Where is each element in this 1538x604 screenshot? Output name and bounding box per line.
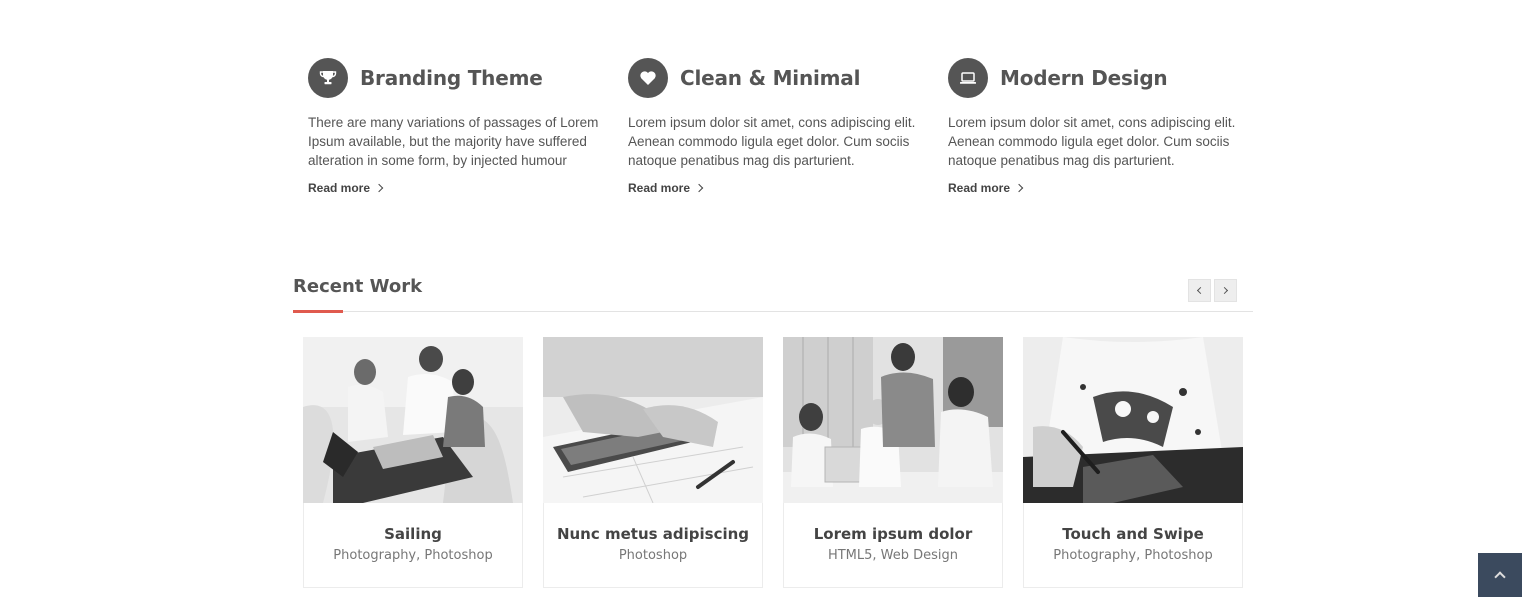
portfolio-card[interactable]: Sailing Photography, Photoshop [303,337,523,588]
back-to-top-button[interactable] [1478,553,1522,597]
chevron-right-icon [1220,286,1229,295]
office-team-photo [783,337,1003,503]
feature-header: Clean & Minimal [628,57,928,99]
card-title: Lorem ipsum dolor [813,525,973,543]
card-tags: Photoshop [618,548,688,563]
card-tags: Photography, Photoshop [1053,548,1213,563]
card-tags: HTML5, Web Design [827,548,959,563]
read-more-link[interactable]: Read more [948,181,1024,195]
laptop-icon [948,58,988,98]
feature-modern-design: Modern Design Lorem ipsum dolor sit amet… [948,57,1248,197]
heart-icon [628,58,668,98]
recent-work-header: Recent Work [293,272,1253,313]
carousel-next-button[interactable] [1214,279,1237,302]
feature-description: Lorem ipsum dolor sit amet, cons adipisc… [948,115,1236,168]
portfolio-card[interactable]: Nunc metus adipiscing Photoshop [543,337,763,588]
read-more-label: Read more [308,181,371,195]
chevron-left-icon [1196,286,1205,295]
feature-title: Clean & Minimal [680,66,861,90]
drawing-tshirt-photo [1023,337,1243,503]
feature-clean-minimal: Clean & Minimal Lorem ipsum dolor sit am… [628,57,928,197]
section-title: Recent Work [293,276,423,297]
feature-header: Modern Design [948,57,1248,99]
feature-description: Lorem ipsum dolor sit amet, cons adipisc… [628,115,916,168]
chevron-right-icon [694,183,704,193]
chevron-right-icon [374,183,384,193]
features-section: Branding Theme There are many variations… [308,57,1248,207]
chevron-up-icon [1494,571,1506,583]
card-title: Sailing [384,525,442,543]
team-at-laptop-photo [303,337,523,503]
card-tags: Photography, Photoshop [333,548,493,563]
chevron-right-icon [1014,183,1024,193]
feature-title: Modern Design [1000,66,1168,90]
card-title: Nunc metus adipiscing [556,525,750,543]
portfolio-card[interactable]: Touch and Swipe Photography, Photoshop [1023,337,1243,588]
read-more-link[interactable]: Read more [308,181,384,195]
trophy-icon [308,58,348,98]
read-more-label: Read more [628,181,691,195]
read-more-link[interactable]: Read more [628,181,704,195]
title-underline [293,310,343,313]
portfolio-card[interactable]: Lorem ipsum dolor HTML5, Web Design [783,337,1003,588]
feature-description: There are many variations of passages of… [308,115,599,168]
feature-title: Branding Theme [360,66,543,90]
carousel-prev-button[interactable] [1188,279,1211,302]
tablet-blueprint-photo [543,337,763,503]
feature-branding: Branding Theme There are many variations… [308,57,608,197]
feature-header: Branding Theme [308,57,608,99]
read-more-label: Read more [948,181,1011,195]
card-title: Touch and Swipe [1062,525,1204,543]
